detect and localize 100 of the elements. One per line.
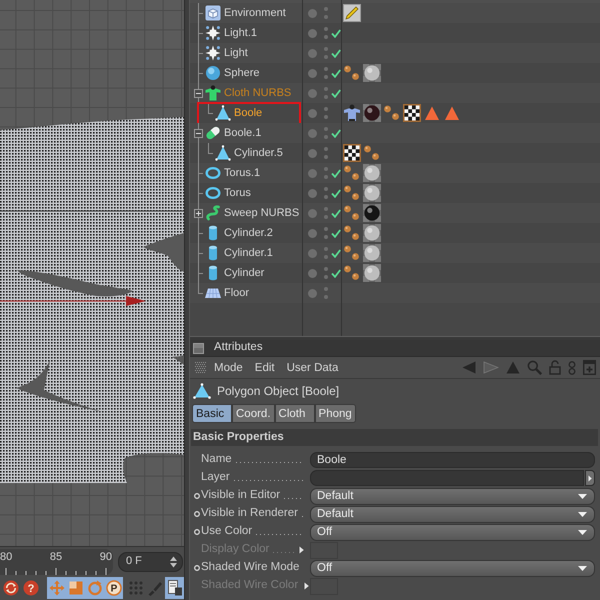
color-swatch[interactable] <box>310 578 338 594</box>
parameter-toggle-button[interactable]: P <box>104 577 123 599</box>
visibility-dots-icon[interactable] <box>324 87 328 99</box>
layer-dot-icon[interactable] <box>308 28 317 38</box>
frame-field[interactable]: 0 F <box>118 552 183 572</box>
visibility-dots-icon[interactable] <box>324 167 328 179</box>
visibility-dots-icon[interactable] <box>324 227 328 239</box>
expand-box-icon[interactable] <box>194 208 202 218</box>
tab[interactable]: Coord. <box>232 404 275 423</box>
keyframe-circle-icon[interactable] <box>194 493 200 499</box>
twin-balls-icon[interactable] <box>343 204 361 222</box>
layer-menu-button[interactable] <box>585 470 595 486</box>
layer-dot-icon[interactable] <box>308 68 317 78</box>
dropdown[interactable]: Default <box>310 506 595 522</box>
visibility-dots-icon[interactable] <box>324 7 328 19</box>
menu-item[interactable]: Mode <box>214 360 243 374</box>
menu-item[interactable]: User Data <box>286 360 338 374</box>
dropdown[interactable]: Default <box>310 488 595 504</box>
object-row[interactable]: Environment <box>190 3 600 23</box>
layer-dot-icon[interactable] <box>308 88 317 98</box>
layer-field[interactable] <box>310 470 584 486</box>
shirt-tag-icon[interactable] <box>343 104 361 122</box>
twin-balls-icon[interactable] <box>343 184 361 202</box>
collapse-box-icon[interactable] <box>194 128 202 138</box>
layer-dot-icon[interactable] <box>308 108 317 118</box>
check-icon[interactable] <box>331 248 341 258</box>
layer-dot-icon[interactable] <box>308 48 317 58</box>
visibility-dots-icon[interactable] <box>324 67 328 79</box>
text-field[interactable]: Boole <box>310 452 595 468</box>
triangle-tag-icon[interactable] <box>443 104 461 122</box>
timeline-ruler[interactable]: 80 85 90 <box>0 548 113 574</box>
disclosure-triangle-icon[interactable] <box>299 546 304 554</box>
layer-dot-icon[interactable] <box>308 288 317 298</box>
layer-dot-icon[interactable] <box>308 128 317 138</box>
twin-balls-icon[interactable] <box>343 264 361 282</box>
keyframe-circle-icon[interactable] <box>194 529 200 535</box>
spinner-arrows-icon[interactable] <box>170 556 177 568</box>
checkerboard-icon[interactable] <box>343 144 361 162</box>
object-row[interactable]: Boole.1 <box>190 123 600 143</box>
twin-balls-icon[interactable] <box>363 144 381 162</box>
material-ball-icon[interactable] <box>363 244 381 262</box>
check-icon[interactable] <box>331 168 341 178</box>
pencil-tag-icon[interactable] <box>343 4 361 22</box>
layer-dot-icon[interactable] <box>308 228 317 238</box>
twin-balls-icon[interactable] <box>343 164 361 182</box>
visibility-dots-icon[interactable] <box>324 247 328 259</box>
rotate-toggle-button[interactable] <box>85 577 104 599</box>
visibility-dots-icon[interactable] <box>324 267 328 279</box>
material-ball-icon[interactable] <box>363 224 381 242</box>
visibility-dots-icon[interactable] <box>324 47 328 59</box>
checkerboard-icon[interactable] <box>403 104 421 122</box>
check-icon[interactable] <box>331 28 341 38</box>
check-icon[interactable] <box>331 228 341 238</box>
layer-dot-icon[interactable] <box>308 248 317 258</box>
menu-item[interactable]: Edit <box>254 360 275 374</box>
dropdown[interactable]: Off <box>310 524 595 540</box>
object-row[interactable]: Floor <box>190 283 600 303</box>
color-swatch[interactable] <box>310 542 338 558</box>
visibility-dots-icon[interactable] <box>324 147 328 159</box>
floor-grid[interactable] <box>0 453 184 546</box>
visibility-dots-icon[interactable] <box>324 127 328 139</box>
check-icon[interactable] <box>331 48 341 58</box>
layer-dot-icon[interactable] <box>308 268 317 278</box>
material-ball-icon[interactable] <box>363 64 381 82</box>
visibility-dots-icon[interactable] <box>324 27 328 39</box>
keyframe-circle-icon[interactable] <box>194 565 200 571</box>
square-icon[interactable] <box>193 342 204 354</box>
layout-button[interactable] <box>165 577 184 599</box>
visibility-dots-icon[interactable] <box>324 107 328 119</box>
keyframe-circle-icon[interactable] <box>194 511 200 517</box>
check-icon[interactable] <box>331 268 341 278</box>
object-row[interactable]: Torus.1 <box>190 163 600 183</box>
scale-toggle-button[interactable] <box>66 577 85 599</box>
layer-dot-icon[interactable] <box>308 148 317 158</box>
object-row[interactable]: Light <box>190 43 600 63</box>
twin-balls-icon[interactable] <box>383 104 401 122</box>
check-icon[interactable] <box>331 188 341 198</box>
material-ball-icon[interactable] <box>363 184 381 202</box>
visibility-dots-icon[interactable] <box>324 187 328 199</box>
twin-balls-icon[interactable] <box>343 244 361 262</box>
twin-balls-icon[interactable] <box>343 64 361 82</box>
object-row[interactable]: Cylinder.1 <box>190 243 600 263</box>
layer-dot-icon[interactable] <box>308 208 317 218</box>
check-icon[interactable] <box>331 68 341 78</box>
check-icon[interactable] <box>331 128 341 138</box>
material-ball-icon[interactable] <box>363 264 381 282</box>
material-ball-icon[interactable] <box>363 104 381 122</box>
visibility-dots-icon[interactable] <box>324 207 328 219</box>
layer-dot-icon[interactable] <box>308 168 317 178</box>
collapse-box-icon[interactable] <box>194 88 202 98</box>
help-button[interactable]: ? <box>21 577 40 599</box>
check-icon[interactable] <box>331 88 341 98</box>
disclosure-triangle-icon[interactable] <box>304 582 310 590</box>
tab[interactable]: Basic <box>192 404 232 423</box>
tab[interactable]: Phong <box>314 404 356 423</box>
object-row[interactable]: Sweep NURBS <box>190 203 600 223</box>
twin-balls-icon[interactable] <box>343 224 361 242</box>
check-icon[interactable] <box>331 208 341 218</box>
visibility-dots-icon[interactable] <box>324 287 328 299</box>
layer-dot-icon[interactable] <box>308 188 317 198</box>
